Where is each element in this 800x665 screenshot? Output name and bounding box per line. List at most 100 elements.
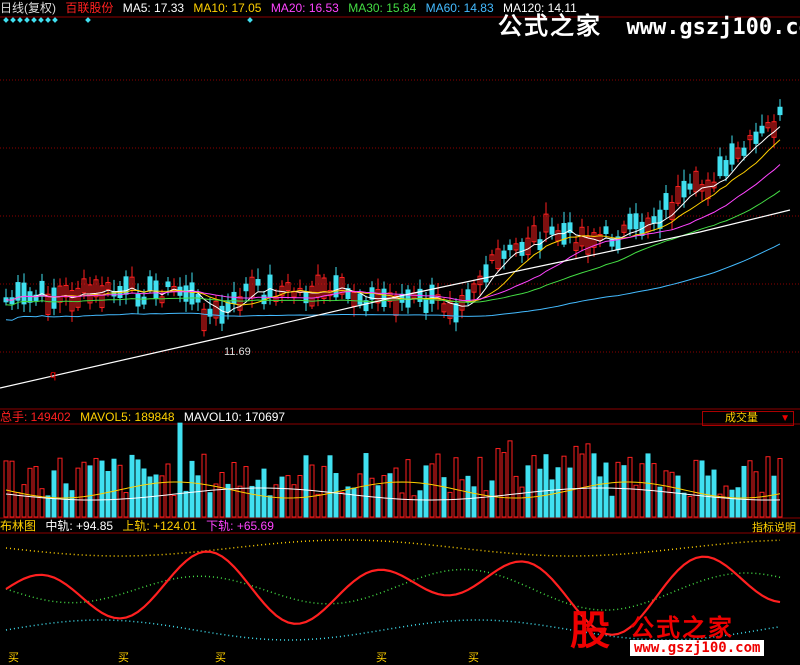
volume-bar [549,479,555,518]
volume-bar [405,459,411,518]
candle-body [687,183,693,190]
moving-average-line [5,139,781,306]
volume-bar [327,455,333,518]
volume-bar [519,486,525,518]
volume-bar [489,480,495,518]
volume-bar [615,461,621,518]
volume-bar [51,470,57,518]
boll-upper: 上轨: +124.01 [122,519,197,533]
indicator-help-button[interactable]: 指标说明 [752,519,796,535]
volume-bar [9,460,15,518]
volume-bar [279,476,285,518]
volume-bar [777,458,783,518]
volume-bar [93,457,99,518]
volume-bar [381,475,387,518]
volume-bar [333,473,339,518]
candle-body [681,180,687,198]
volume-bar [273,484,279,518]
volume-bar [735,487,741,518]
volume-bar [207,492,213,518]
volume-bar [441,477,447,518]
volume-bar [537,468,543,518]
volume-bar [609,495,615,518]
volume-bar [105,471,111,518]
volume-bar [387,473,393,518]
candle-body [633,213,639,230]
signal-diamond-icon [24,17,30,23]
buy-signal-label: 买 [8,652,19,664]
volume-bar [3,460,9,518]
candle-body [729,143,735,165]
volume-bar [723,485,729,518]
candle-body [111,291,117,297]
volume-bar [345,486,351,518]
candle-body [603,226,609,235]
volume-bar [267,495,273,518]
volume-bar [255,479,261,518]
volume-bar [495,448,501,518]
volume-bar [531,455,537,518]
volume-bar [195,475,201,518]
volume-bar [27,467,33,518]
candle-body [147,276,153,291]
candle-body [651,216,657,224]
candle-body [21,282,27,305]
volume-bar [189,460,195,518]
stock-chart-canvas[interactable] [0,0,800,665]
volume-bar [567,467,573,518]
signal-diamond-icon [85,17,91,23]
candle-body [165,281,171,288]
volume-bar [711,469,717,518]
volume-bar [63,483,69,518]
candle-body [501,250,507,259]
ma10-label: MA10: 17.05 [193,1,262,15]
candle-body [759,125,765,134]
volume-bar [759,491,765,518]
volume-bar [141,468,147,518]
volume-bar [213,483,219,518]
mavol5-label: MAVOL5: 189848 [80,410,175,424]
period-label: 日线(复权) [0,1,56,15]
volume-bar [423,465,429,518]
signal-diamond-icon [38,17,44,23]
volume-bar [447,491,453,518]
candle-body [219,305,225,324]
volume-bar [15,492,21,518]
volume-bar [501,452,507,518]
volume-bar [219,471,225,518]
volume-bar [477,456,483,518]
volume-bar [399,492,405,518]
volume-bar [483,490,489,518]
volume-bar [525,465,531,518]
boll-name[interactable]: 布林图 [0,519,36,533]
volume-bar [411,495,417,518]
low-price-label: 11.69 [224,346,251,358]
volume-bar [129,454,135,518]
volume-bar [237,485,243,518]
candle-body [777,106,783,116]
candle-body [423,299,429,313]
buy-signal-label: 买 [118,652,129,664]
candle-body [267,274,273,298]
watermark-bottom: 股 公式之家 www.gszj100.com [560,604,800,664]
volume-bar [249,485,255,518]
boll-lower: 下轨: +65.69 [206,519,274,533]
volume-bar [633,484,639,518]
signal-diamond-icon [17,17,23,23]
volume-bar [573,445,579,518]
volume-bar [375,485,381,518]
volume-bar [663,470,669,518]
volume-indicator-select[interactable]: 成交量 ▼ [702,411,794,426]
volume-bar [747,460,753,518]
volume-bar [753,471,759,518]
boll-mid: 中轨: +94.85 [45,519,114,533]
candle-body [243,283,249,292]
volume-bar [561,455,567,518]
volume-bar [681,492,687,518]
volume-bar [741,465,747,518]
moving-average-line [5,243,781,321]
volume-bar [81,461,87,518]
moving-average-line [5,164,781,301]
stock-name[interactable]: 百联股份 [65,1,113,15]
ma30-label: MA30: 15.84 [348,1,417,15]
